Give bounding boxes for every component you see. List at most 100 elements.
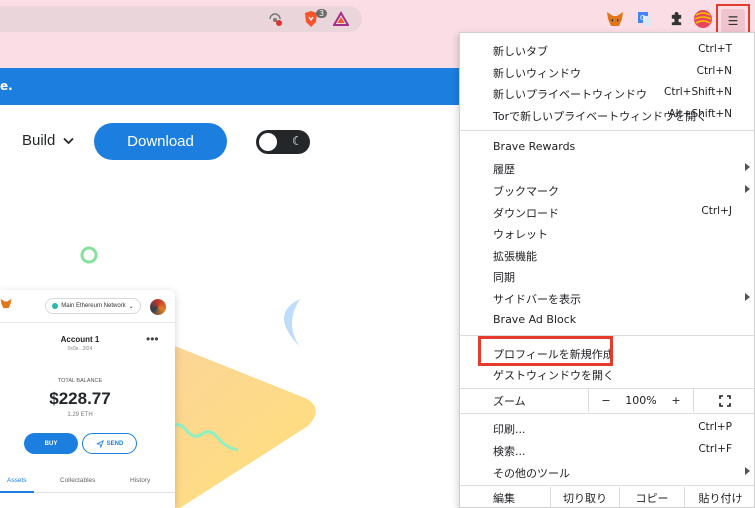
- shields-count-badge: 3: [316, 9, 328, 18]
- dark-mode-toggle[interactable]: ☾: [256, 130, 310, 154]
- menu-item-label: ブックマーク: [493, 185, 559, 198]
- site-permission-icon[interactable]: [264, 8, 286, 30]
- network-status-dot: [52, 303, 59, 309]
- menu-item-label: 新しいプライベートウィンドウ: [493, 88, 647, 101]
- account-address: 0x0e...3f24: [67, 346, 93, 352]
- menu-item-shortcut: Alt+Shift+N: [668, 108, 732, 120]
- submenu-arrow-icon: [745, 163, 750, 171]
- zoom-out-button[interactable]: −: [589, 389, 623, 412]
- wallet-preview-card: Main Ethereum Network ⌄ Account 1 0x0e..…: [0, 290, 175, 508]
- account-avatar[interactable]: [150, 299, 166, 315]
- tab-history[interactable]: History: [130, 477, 150, 484]
- submenu-arrow-icon: [745, 185, 750, 193]
- menu-item-label: 検索...: [493, 445, 526, 458]
- menu-item-guest-window[interactable]: ゲストウィンドウを開く: [460, 363, 755, 384]
- submenu-arrow-icon: [745, 467, 750, 475]
- send-button[interactable]: SEND: [82, 433, 137, 454]
- profile-avatar-icon[interactable]: [692, 8, 714, 30]
- menu-item-extensions[interactable]: 拡張機能: [460, 244, 755, 265]
- green-squiggle-decoration: [168, 423, 239, 452]
- zoom-label: ズーム: [493, 394, 526, 408]
- send-label: SEND: [106, 440, 124, 447]
- menu-item-label: ウォレット: [493, 228, 548, 241]
- toggle-knob: [259, 133, 277, 151]
- highlight-box-new-profile: [478, 336, 613, 366]
- menu-item-downloads[interactable]: ダウンロード Ctrl+J: [460, 201, 755, 222]
- menu-item-brave-rewards[interactable]: Brave Rewards: [460, 136, 755, 157]
- menu-item-new-tor-window[interactable]: Torで新しいプライベートウィンドウを開く Alt+Shift+N: [460, 104, 755, 125]
- menu-item-label: 印刷...: [493, 423, 526, 436]
- page-top-strip: [0, 38, 460, 68]
- menu-item-new-private-window[interactable]: 新しいプライベートウィンドウ Ctrl+Shift+N: [460, 82, 755, 103]
- menu-item-label: サイドバーを表示: [493, 293, 581, 306]
- cut-button[interactable]: 切り取り: [551, 487, 619, 508]
- buy-button[interactable]: BUY: [24, 433, 78, 454]
- fullscreen-icon: [719, 394, 731, 407]
- active-tab-underline: [0, 491, 34, 493]
- menu-item-shortcut: Ctrl+Shift+N: [664, 86, 732, 98]
- wallet-tabs: Assets Collectables History: [0, 473, 175, 493]
- menu-item-label: 新しいタブ: [493, 45, 548, 58]
- balance-value: $228.77: [49, 389, 111, 408]
- edit-row: 編集 切り取り コピー 貼り付け: [460, 487, 755, 508]
- zoom-level: 100%: [625, 394, 657, 407]
- menu-separator: [460, 130, 755, 131]
- submenu-arrow-icon: [745, 293, 750, 301]
- menu-item-sync[interactable]: 同期: [460, 265, 755, 286]
- menu-item-print[interactable]: 印刷... Ctrl+P: [460, 417, 755, 438]
- menu-item-history[interactable]: 履歴: [460, 157, 755, 178]
- menu-item-wallet[interactable]: ウォレット: [460, 222, 755, 243]
- copy-button[interactable]: コピー: [620, 487, 684, 508]
- build-label: Build: [22, 132, 56, 149]
- total-balance-label: TOTAL BALANCE: [57, 378, 103, 384]
- tab-assets[interactable]: Assets: [7, 477, 27, 484]
- metamask-fox-icon[interactable]: [604, 8, 626, 30]
- svg-text:G: G: [640, 14, 645, 22]
- send-arrow-icon: [96, 439, 104, 448]
- menu-item-label: 新しいウィンドウ: [493, 67, 581, 80]
- hamburger-icon: ☰: [721, 9, 745, 33]
- chevron-down-icon: [62, 137, 74, 145]
- fullscreen-button[interactable]: [694, 389, 755, 412]
- edit-label: 編集: [493, 492, 515, 505]
- tab-collectables[interactable]: Collectables: [60, 477, 95, 484]
- moon-icon: ☾: [292, 134, 303, 148]
- menu-separator: [460, 485, 755, 486]
- zoom-row: ズーム − 100% +: [460, 389, 755, 412]
- menu-item-label: ゲストウィンドウを開く: [493, 369, 614, 382]
- menu-item-label: Brave Rewards: [493, 140, 576, 153]
- extensions-puzzle-icon[interactable]: [665, 8, 687, 30]
- menu-item-shortcut: Ctrl+P: [698, 421, 732, 433]
- metamask-logo-icon: [0, 298, 12, 312]
- brave-rewards-icon[interactable]: [330, 8, 352, 30]
- menu-item-find[interactable]: 検索... Ctrl+F: [460, 439, 755, 460]
- chevron-down-icon: ⌄: [128, 303, 134, 310]
- menu-item-bookmarks[interactable]: ブックマーク: [460, 179, 755, 200]
- paste-button[interactable]: 貼り付け: [685, 487, 755, 508]
- menu-item-new-tab[interactable]: 新しいタブ Ctrl+T: [460, 39, 755, 60]
- menu-item-show-sidebar[interactable]: サイドバーを表示: [460, 287, 755, 308]
- banner-text: e.: [0, 79, 13, 93]
- network-selector[interactable]: Main Ethereum Network ⌄: [45, 298, 141, 314]
- menu-item-label: 同期: [493, 271, 515, 284]
- menu-item-label: その他のツール: [493, 467, 570, 480]
- build-nav-item[interactable]: Build: [22, 132, 74, 149]
- translate-icon[interactable]: G: [634, 8, 656, 30]
- menu-item-label: ダウンロード: [493, 207, 559, 220]
- zoom-in-button[interactable]: +: [659, 389, 693, 412]
- network-name: Main Ethereum Network: [61, 303, 126, 309]
- menu-separator: [460, 413, 755, 414]
- green-circle-decoration: [80, 246, 98, 264]
- site-banner: e.: [0, 68, 460, 105]
- menu-item-new-window[interactable]: 新しいウィンドウ Ctrl+N: [460, 61, 755, 82]
- browser-main-menu: 新しいタブ Ctrl+T 新しいウィンドウ Ctrl+N 新しいプライベートウィ…: [459, 32, 755, 508]
- download-button[interactable]: Download: [94, 123, 227, 160]
- menu-item-brave-ad-block[interactable]: Brave Ad Block: [460, 309, 755, 330]
- more-options-icon[interactable]: •••: [146, 332, 159, 346]
- menu-item-shortcut: Ctrl+N: [696, 65, 732, 77]
- menu-item-more-tools[interactable]: その他のツール: [460, 461, 755, 482]
- menu-item-shortcut: Ctrl+J: [701, 205, 732, 217]
- account-name: Account 1: [60, 335, 100, 344]
- menu-item-shortcut: Ctrl+F: [698, 443, 732, 455]
- menu-item-shortcut: Ctrl+T: [698, 43, 732, 55]
